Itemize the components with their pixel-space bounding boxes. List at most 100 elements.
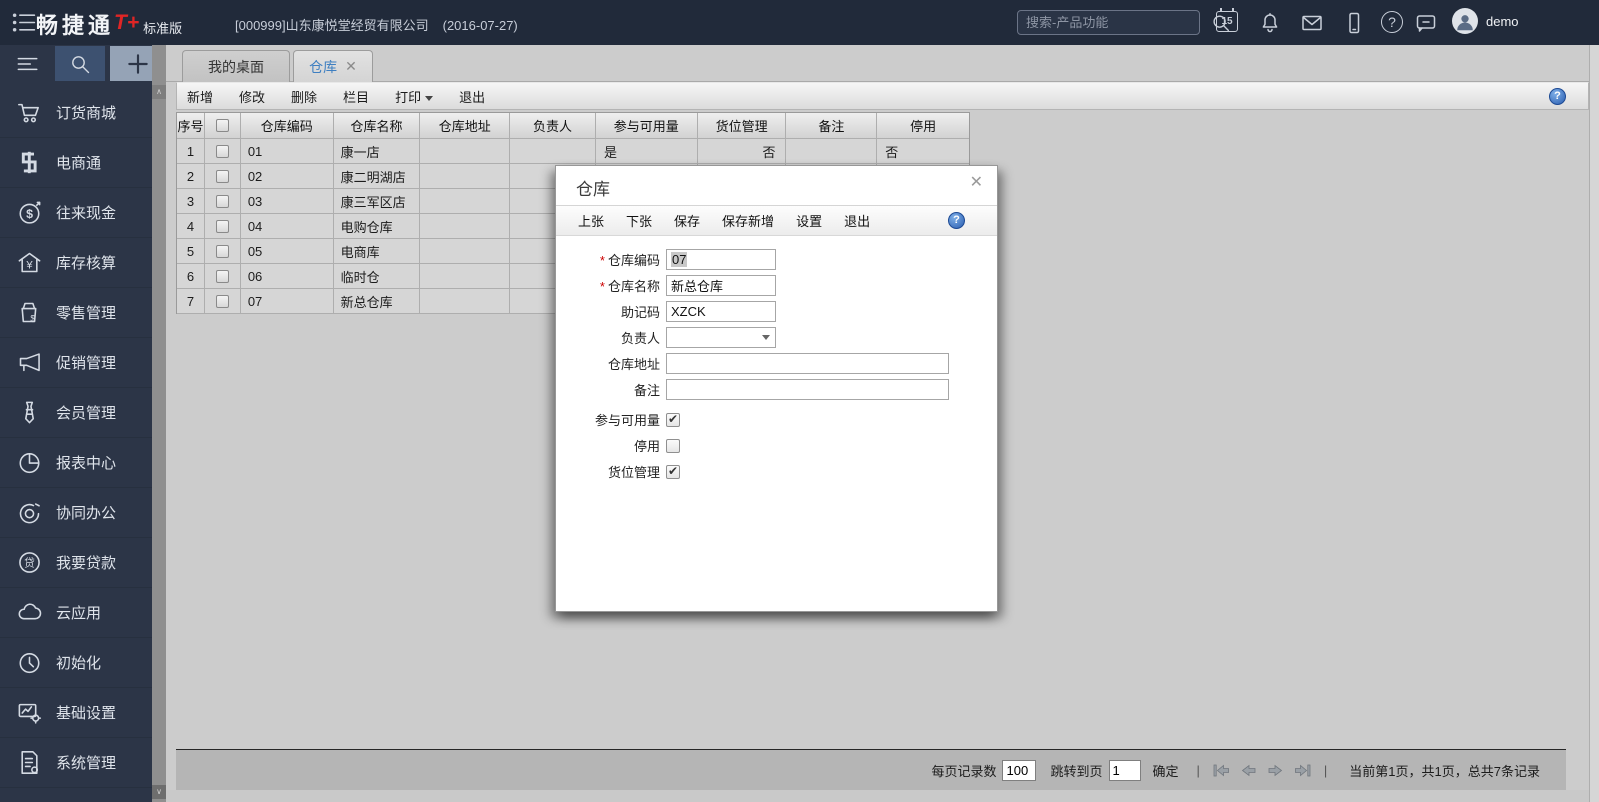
search-input[interactable] [1018, 15, 1210, 30]
tab-my-desktop[interactable]: 我的桌面 [182, 50, 290, 82]
exit-button[interactable]: 退出 [459, 87, 485, 106]
prev-page-icon[interactable] [1240, 763, 1257, 778]
megaphone-icon [16, 349, 43, 376]
row-checkbox[interactable] [216, 220, 229, 233]
cell-checkbox [205, 289, 241, 313]
sidebar-item-label: 零售管理 [56, 302, 116, 323]
edit-button[interactable]: 修改 [239, 87, 265, 106]
sidebar-item-ecommerce[interactable]: 电商通 [0, 138, 152, 188]
delete-button[interactable]: 删除 [291, 87, 317, 106]
header-manager: 负责人 [510, 113, 596, 138]
row-checkbox[interactable] [216, 270, 229, 283]
first-page-icon[interactable] [1213, 763, 1230, 778]
next-record-button[interactable]: 下张 [626, 211, 652, 230]
cell-address [420, 214, 510, 238]
mobile-phone-icon[interactable] [1342, 11, 1366, 35]
add-button[interactable]: 新增 [187, 87, 213, 106]
save-button[interactable]: 保存 [674, 211, 700, 230]
sidebar-item-initialization[interactable]: 初始化 [0, 638, 152, 688]
loan-icon: 贷 [16, 549, 43, 576]
cell-note [786, 139, 877, 163]
feedback-chat-icon[interactable] [1414, 11, 1438, 35]
address-field[interactable] [666, 353, 949, 374]
sidebar-item-cloud[interactable]: 云应用 [0, 588, 152, 638]
next-page-icon[interactable] [1267, 763, 1284, 778]
cell-checkbox [205, 164, 241, 188]
tab-close-icon[interactable]: ✕ [345, 58, 357, 75]
main-menu-icon[interactable] [10, 10, 38, 35]
note-field[interactable] [666, 379, 949, 400]
sidebar-menu-icon[interactable] [4, 46, 50, 81]
settings-button[interactable]: 设置 [796, 211, 822, 230]
cell-code: 03 [241, 189, 334, 213]
sidebar-item-reports[interactable]: 报表中心 [0, 438, 152, 488]
dropdown-arrow-icon[interactable] [762, 335, 770, 340]
close-icon[interactable]: ✕ [970, 172, 983, 192]
sidebar-search-icon[interactable] [55, 46, 105, 81]
scroll-down-icon[interactable]: ∨ [152, 785, 166, 799]
goto-confirm-button[interactable]: 确定 [1153, 761, 1179, 780]
sidebar-item-member[interactable]: 会员管理 [0, 388, 152, 438]
table-row[interactable]: 1 01 康一店 是 否 否 [177, 139, 969, 164]
location-mgmt-checkbox[interactable] [666, 465, 680, 479]
toolbar-help-icon[interactable]: ? [1549, 88, 1566, 105]
dialog-help-icon[interactable]: ? [948, 212, 965, 229]
scroll-up-icon[interactable]: ∧ [152, 85, 166, 99]
row-checkbox[interactable] [216, 145, 229, 158]
available-checkbox[interactable] [666, 413, 680, 427]
sidebar-item-retail[interactable]: $ 零售管理 [0, 288, 152, 338]
sidebar-item-order-mall[interactable]: 订货商城 [0, 88, 152, 138]
last-page-icon[interactable] [1294, 763, 1311, 778]
cell-seq: 7 [177, 289, 205, 313]
sidebar-item-basic-settings[interactable]: 基础设置 [0, 688, 152, 738]
cell-code: 01 [241, 139, 334, 163]
document-gear-icon [16, 749, 43, 776]
per-page-input[interactable] [1002, 760, 1036, 781]
available-label: 参与可用量 [556, 410, 660, 429]
calendar-icon[interactable]: 15 [1216, 11, 1238, 32]
columns-button[interactable]: 栏目 [343, 87, 369, 106]
cart-icon [16, 99, 43, 126]
sidebar-item-collaboration[interactable]: 协同办公 [0, 488, 152, 538]
row-checkbox[interactable] [216, 245, 229, 258]
name-field[interactable] [666, 275, 776, 296]
cell-code: 02 [241, 164, 334, 188]
cell-disabled: 否 [877, 139, 969, 163]
retail-bag-icon: $ [16, 299, 43, 326]
sidebar-item-cash[interactable]: $ 往来现金 [0, 188, 152, 238]
sidebar-menu: 订货商城 电商通 $ 往来现金 ¥ 库存核算 $ 零售管理 促销管理 [0, 88, 152, 788]
sidebar-item-promotion[interactable]: 促销管理 [0, 338, 152, 388]
mail-icon[interactable] [1300, 11, 1324, 35]
svg-text:$: $ [26, 207, 33, 221]
cell-seq: 2 [177, 164, 205, 188]
sidebar-item-label: 系统管理 [56, 752, 116, 773]
exit-button[interactable]: 退出 [844, 211, 870, 230]
row-checkbox[interactable] [216, 170, 229, 183]
sidebar-item-system[interactable]: 系统管理 [0, 738, 152, 788]
row-checkbox[interactable] [216, 195, 229, 208]
sidebar-item-loan[interactable]: 贷 我要贷款 [0, 538, 152, 588]
code-field[interactable]: 07 [666, 249, 776, 270]
sidebar-item-label: 云应用 [56, 602, 101, 623]
select-all-checkbox[interactable] [216, 119, 229, 132]
cell-manager [510, 139, 596, 163]
notification-bell-icon[interactable] [1258, 11, 1282, 35]
disabled-checkbox[interactable] [666, 439, 680, 453]
help-icon[interactable]: ? [1381, 11, 1403, 33]
goto-page-input[interactable] [1109, 760, 1141, 781]
cell-checkbox [205, 189, 241, 213]
print-button[interactable]: 打印 [395, 87, 433, 106]
content-scrollbar[interactable] [1589, 45, 1599, 802]
divider: | [1324, 763, 1327, 778]
mnemonic-field[interactable] [666, 301, 776, 322]
prev-record-button[interactable]: 上张 [578, 211, 604, 230]
save-and-new-button[interactable]: 保存新增 [722, 211, 774, 230]
tab-warehouse[interactable]: 仓库 ✕ [293, 50, 373, 82]
user-menu[interactable]: demo [1452, 8, 1519, 34]
row-checkbox[interactable] [216, 295, 229, 308]
manager-dropdown[interactable] [666, 327, 776, 348]
required-asterisk: * [600, 253, 605, 268]
sidebar-scrollbar[interactable]: ∧ ∨ [152, 45, 166, 802]
sidebar-item-inventory[interactable]: ¥ 库存核算 [0, 238, 152, 288]
sidebar-item-label: 初始化 [56, 652, 101, 673]
